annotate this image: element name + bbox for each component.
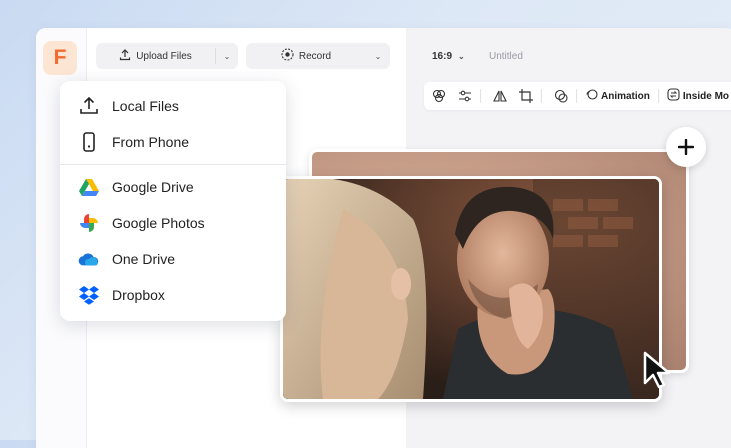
inside-motion-label: Inside Mo xyxy=(682,90,730,102)
chevron-down-icon[interactable]: ⌄ xyxy=(216,52,238,61)
record-button[interactable]: Record ⌄ xyxy=(246,43,390,69)
mask-icon[interactable] xyxy=(550,86,572,106)
couple-photo-illustration xyxy=(283,179,659,399)
adjust-icon[interactable] xyxy=(454,86,476,106)
menu-item-local-files[interactable]: Local Files xyxy=(60,91,286,121)
google-photos-icon xyxy=(78,212,100,234)
menu-divider xyxy=(60,164,286,165)
menu-item-label: Local Files xyxy=(112,98,179,114)
onedrive-icon xyxy=(78,248,100,270)
chevron-down-icon[interactable]: ⌄ xyxy=(366,52,390,61)
crop-icon[interactable] xyxy=(515,86,537,106)
menu-item-google-photos[interactable]: Google Photos xyxy=(60,208,286,238)
couple-photo[interactable] xyxy=(280,176,662,402)
aspect-ratio-value: 16:9 xyxy=(432,51,453,62)
upload-icon xyxy=(78,95,100,117)
divider xyxy=(576,89,577,103)
animation-label: Animation xyxy=(601,90,650,102)
menu-item-dropbox[interactable]: Dropbox xyxy=(60,280,286,310)
record-label: Record xyxy=(298,50,332,62)
upload-icon xyxy=(119,48,131,64)
menu-item-label: Google Drive xyxy=(112,179,194,195)
divider xyxy=(480,89,481,103)
divider xyxy=(541,89,542,103)
divider xyxy=(657,89,659,103)
record-icon xyxy=(281,48,294,64)
menu-item-from-phone[interactable]: From Phone xyxy=(60,127,286,157)
upload-files-label: Upload Files xyxy=(136,50,192,62)
menu-item-onedrive[interactable]: One Drive xyxy=(60,244,286,274)
animation-icon xyxy=(585,88,598,104)
upload-files-button[interactable]: Upload Files ⌄ xyxy=(96,43,238,69)
dropbox-icon xyxy=(78,284,100,306)
animation-button[interactable]: Animation xyxy=(581,88,654,104)
menu-item-label: Dropbox xyxy=(112,287,165,303)
phone-icon xyxy=(78,131,100,153)
plus-icon xyxy=(678,139,694,155)
flip-icon[interactable] xyxy=(489,86,511,106)
menu-item-label: From Phone xyxy=(112,134,190,150)
upload-source-menu: Local Files From Phone Google Drive Goog… xyxy=(60,81,286,321)
edit-toolbar: Animation Inside Mo xyxy=(424,82,731,110)
project-title[interactable]: Untitled xyxy=(489,51,523,62)
mouse-cursor-icon xyxy=(641,350,675,395)
aspect-ratio-select[interactable]: 16:9 ⌄ xyxy=(432,51,465,62)
add-button[interactable] xyxy=(666,127,706,167)
menu-item-google-drive[interactable]: Google Drive xyxy=(60,172,286,202)
app-logo[interactable]: F xyxy=(43,41,77,75)
blend-icon[interactable] xyxy=(428,86,450,106)
menu-item-label: Google Photos xyxy=(112,215,205,231)
motion-icon xyxy=(667,88,680,104)
chevron-down-icon: ⌄ xyxy=(458,52,465,61)
inside-motion-button[interactable]: Inside Mo xyxy=(663,88,731,104)
menu-item-label: One Drive xyxy=(112,251,176,267)
google-drive-icon xyxy=(78,176,100,198)
